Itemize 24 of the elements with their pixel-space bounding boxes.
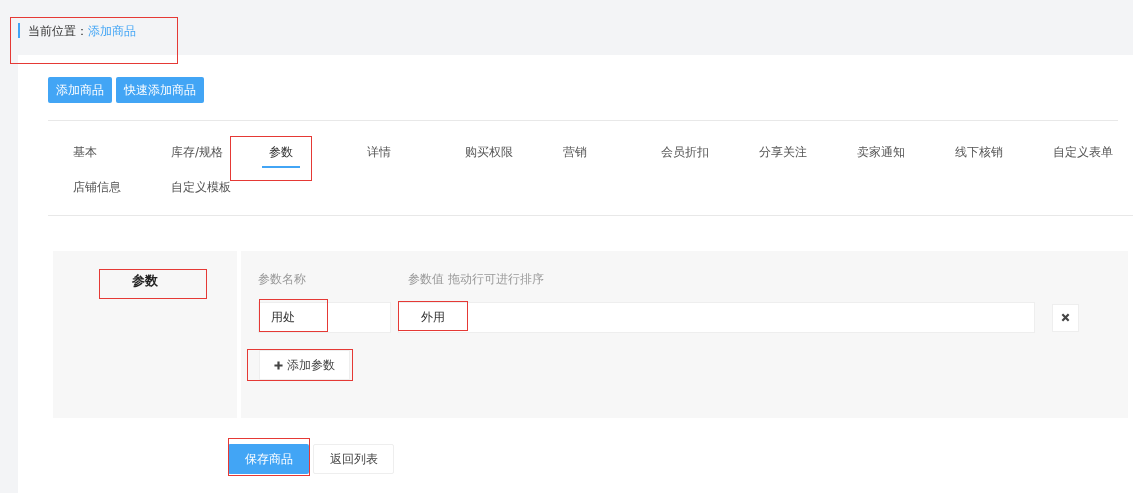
param-name-input[interactable]: 用处 xyxy=(258,302,391,333)
tab[interactable]: 分享关注 xyxy=(752,138,814,168)
tab[interactable]: 自定义表单 xyxy=(1046,138,1120,168)
column-header: 参数值 拖动行可进行排序 xyxy=(408,271,544,288)
param-value-input[interactable]: 外用 xyxy=(398,302,1035,333)
tab[interactable]: 参数 xyxy=(262,138,300,168)
tab[interactable]: 购买权限 xyxy=(458,138,520,168)
plus-icon xyxy=(274,360,283,370)
tab[interactable]: 会员折扣 xyxy=(654,138,716,168)
column-header: 参数名称 xyxy=(258,271,307,288)
add-param-button[interactable]: 添加参数 xyxy=(259,350,350,380)
tab[interactable]: 线下核销 xyxy=(948,138,1010,168)
section-title: 参数 xyxy=(132,272,158,289)
tab[interactable]: 自定义模板 xyxy=(164,173,238,203)
tab[interactable]: 营销 xyxy=(556,138,594,168)
back-button[interactable]: 返回列表 xyxy=(313,444,394,474)
tab[interactable]: 库存/规格 xyxy=(164,138,231,168)
tab[interactable]: 详情 xyxy=(360,138,398,168)
close-icon xyxy=(1061,313,1070,322)
delete-button[interactable] xyxy=(1052,303,1079,332)
tab[interactable]: 店铺信息 xyxy=(66,173,128,203)
tab[interactable]: 卖家通知 xyxy=(850,138,912,168)
tab[interactable]: 基本 xyxy=(66,138,104,168)
breadcrumb-label: 当前位置： xyxy=(28,22,88,40)
